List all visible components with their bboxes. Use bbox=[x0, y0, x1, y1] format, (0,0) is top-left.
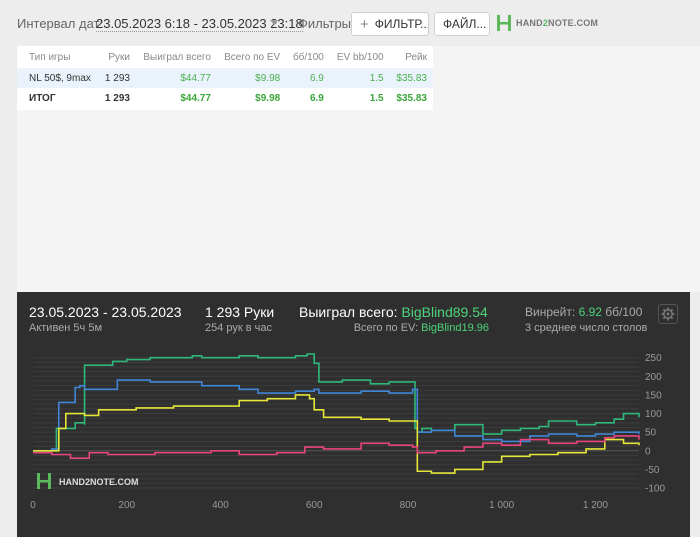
column-header[interactable]: EV bb/100 bbox=[330, 46, 390, 68]
column-header[interactable]: бб/100 bbox=[286, 46, 330, 68]
y-tick-label: 0 bbox=[645, 446, 651, 457]
table-cell: 1.5 bbox=[329, 68, 390, 88]
app-window: Интервал дат: 23.05.2023 6:18 - 23.05.20… bbox=[0, 0, 700, 537]
x-tick-label: 800 bbox=[400, 500, 417, 511]
y-tick-label: 150 bbox=[645, 390, 662, 401]
y-tick-label: -50 bbox=[645, 465, 660, 476]
table-cell: 6.9 bbox=[309, 92, 324, 104]
table-row[interactable]: NL 50$, 9max 1 293 $44.77 $9.98 6.9 1.5 … bbox=[17, 68, 433, 88]
graph-panel: 23.05.2023 - 23.05.2023 Активен 5ч 5м 1 … bbox=[17, 292, 690, 537]
y-tick-label: 200 bbox=[645, 372, 662, 383]
table-total-row: ИТОГ 1 293 $44.77 $9.98 6.9 1.5 $35.83 bbox=[17, 88, 433, 108]
table-cell: NL 50$, 9max bbox=[17, 68, 99, 88]
column-header[interactable]: Руки bbox=[98, 46, 136, 68]
x-tick-label: 200 bbox=[118, 500, 135, 511]
stats-table-card: Тип игры Руки Выиграл всего Всего по EV … bbox=[17, 46, 433, 110]
logo-text: HAND2NOTE.COM bbox=[516, 18, 599, 28]
filters-label: Фильтры: bbox=[298, 16, 355, 31]
column-header[interactable]: Тип игры bbox=[17, 46, 98, 68]
logo-icon bbox=[497, 15, 511, 31]
x-tick-label: 400 bbox=[212, 500, 229, 511]
table-header-row: Тип игры Руки Выиграл всего Всего по EV … bbox=[17, 46, 433, 68]
x-tick-label: 0 bbox=[30, 500, 36, 511]
stats-table: Тип игры Руки Выиграл всего Всего по EV … bbox=[17, 46, 433, 108]
files-button[interactable]: ФАЙЛ... bbox=[434, 12, 490, 36]
column-header[interactable]: Выиграл всего bbox=[136, 46, 217, 68]
x-tick-label: 1 000 bbox=[489, 500, 514, 511]
y-tick-label: 50 bbox=[645, 428, 657, 439]
x-tick-label: 600 bbox=[306, 500, 323, 511]
column-header[interactable]: Рейк bbox=[390, 46, 433, 68]
table-cell: $35.83 bbox=[389, 68, 433, 88]
chevron-down-icon[interactable] bbox=[270, 20, 278, 25]
profit-chart[interactable]: 250200150100500-50-1000 200 400 600 800 1 000… bbox=[17, 292, 690, 537]
column-header[interactable]: Всего по EV bbox=[217, 46, 286, 68]
files-label: ФАЙЛ... bbox=[443, 17, 487, 31]
table-cell: $44.77 bbox=[135, 68, 217, 88]
interval-label: Интервал дат: bbox=[17, 16, 104, 31]
table-cell: 1 293 bbox=[98, 68, 136, 88]
y-tick-label: -100 bbox=[645, 484, 665, 495]
table-cell: $44.77 bbox=[180, 92, 211, 104]
add-filter-button[interactable]: + ФИЛЬТР... bbox=[351, 12, 429, 36]
chart-watermark: HAND2NOTE.COM bbox=[37, 473, 139, 489]
add-filter-label: ФИЛЬТР... bbox=[374, 17, 429, 31]
table-cell: ИТОГ bbox=[29, 92, 56, 104]
y-tick-label: 100 bbox=[645, 409, 662, 420]
plus-icon: + bbox=[360, 15, 369, 33]
table-cell: 6.9 bbox=[286, 68, 330, 88]
table-cell: $35.83 bbox=[396, 92, 427, 104]
x-tick-label: 1 200 bbox=[583, 500, 608, 511]
toolbar: Интервал дат: 23.05.2023 6:18 - 23.05.20… bbox=[0, 0, 700, 46]
table-cell: $9.98 bbox=[255, 92, 281, 104]
table-cell: 1 293 bbox=[104, 92, 130, 104]
table-cell: 1.5 bbox=[369, 92, 384, 104]
svg-text:HAND2NOTE.COM: HAND2NOTE.COM bbox=[59, 477, 139, 487]
y-tick-label: 250 bbox=[645, 353, 662, 364]
hand2note-logo: HAND2NOTE.COM bbox=[497, 15, 598, 31]
table-cell: $9.98 bbox=[216, 68, 287, 88]
